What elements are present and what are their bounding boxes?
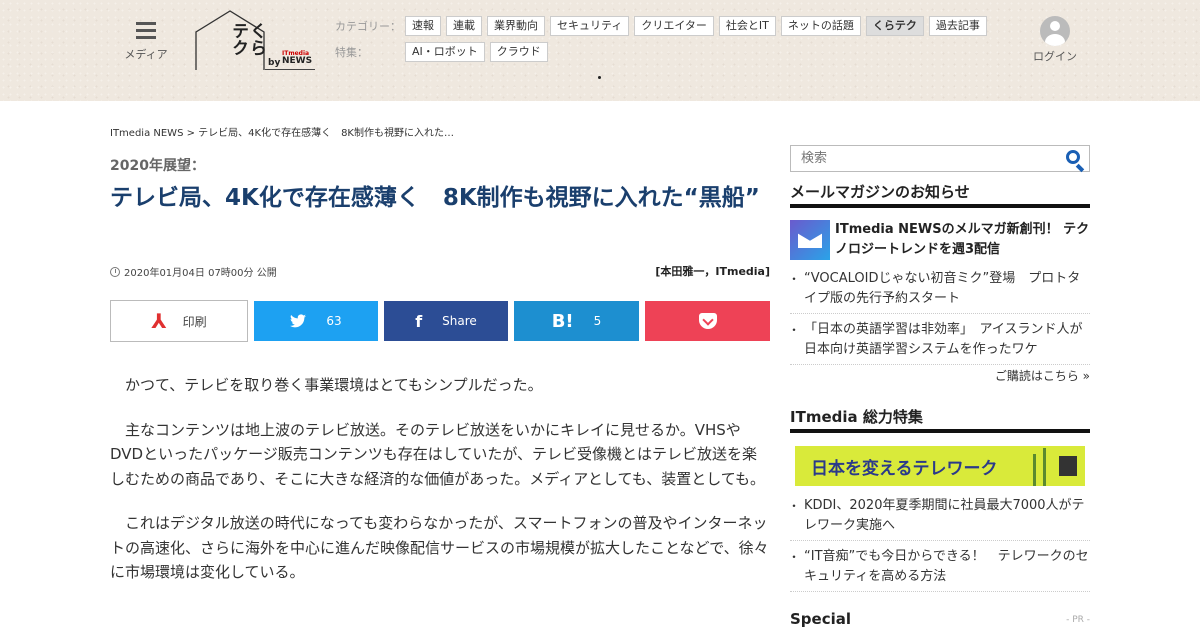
- logo-brand: NEWS: [282, 56, 313, 66]
- twitter-icon: [290, 314, 307, 328]
- header-dot: [598, 76, 601, 79]
- user-avatar-icon: [1040, 16, 1070, 46]
- article-paragraph: これはデジタル放送の時代になっても変わらなかったが、スマートフォンの普及やインタ…: [110, 514, 769, 581]
- search-icon[interactable]: [1066, 150, 1080, 164]
- media-menu-label: メディア: [124, 48, 168, 61]
- logo-by: by: [268, 58, 281, 68]
- clock-icon: [110, 266, 120, 277]
- feature-link[interactable]: AI・ロボット: [405, 42, 485, 62]
- mail-list-item[interactable]: 「日本の英語学習は非効率」 アイスランド人が日本向け英語学習システムを作ったワケ: [788, 320, 1090, 365]
- hatena-count: 5: [593, 314, 602, 328]
- mail-envelope-icon: [790, 220, 830, 260]
- breadcrumb[interactable]: ITmedia NEWS > テレビ局、4K化で存在感薄く 8K制作も視野に入れ…: [110, 124, 454, 139]
- subscribe-link[interactable]: ご購読はこちら »: [790, 367, 1090, 384]
- feature-nav: 特集： AI・ロボット クラウド: [335, 42, 553, 62]
- facebook-share-button[interactable]: f Share: [384, 301, 508, 341]
- plant-icon: [1033, 454, 1036, 486]
- category-link[interactable]: ネットの話題: [780, 16, 861, 36]
- media-menu-button[interactable]: メディア: [120, 22, 172, 62]
- article-paragraph: かつて、テレビを取り巻く事業環境はとてもシンプルだった。: [125, 376, 543, 394]
- feature-label: 特集：: [335, 46, 368, 59]
- publish-date-text: 2020年01月04日 07時00分 公開: [124, 268, 277, 279]
- pocket-button[interactable]: [645, 301, 770, 341]
- feature-list: KDDI、2020年夏季期間に社員最大7000人がテレワーク実施へ “IT音痴”…: [788, 496, 1090, 598]
- plant-icon: [1043, 448, 1046, 486]
- itmedia-feature-heading: ITmedia 総力特集: [790, 406, 1090, 433]
- feature-list-item[interactable]: “IT音痴”でも今日からできる！ テレワークのセキュリティを高める方法: [788, 547, 1090, 592]
- category-link[interactable]: 速報: [405, 16, 441, 36]
- category-link[interactable]: 社会とIT: [718, 16, 776, 36]
- pdf-icon: ⅄: [151, 309, 167, 333]
- mail-feature-link[interactable]: ITmedia NEWSのメルマガ新創刊！ テクノロジートレンドを週3配信: [790, 220, 1090, 260]
- print-button[interactable]: ⅄ 印刷: [110, 300, 248, 342]
- article-paragraph: 主なコンテンツは地上波のテレビ放送。そのテレビ放送をいかにキレイに見せるか。VH…: [110, 420, 766, 488]
- article-body: かつて、テレビを取り巻く事業環境はとてもシンプルだった。 主なコンテンツは地上波…: [110, 373, 770, 605]
- feature-link[interactable]: クラウド: [489, 42, 548, 62]
- mail-magazine-heading: メールマガジンのお知らせ: [790, 181, 1090, 208]
- feature-list-item[interactable]: KDDI、2020年夏季期間に社員最大7000人がテレワーク実施へ: [788, 496, 1090, 541]
- pocket-icon: [698, 313, 717, 329]
- telework-banner[interactable]: 日本を変えるテレワーク: [795, 446, 1085, 486]
- search-input[interactable]: [791, 146, 1041, 171]
- hatena-bookmark-icon: B!: [551, 310, 574, 332]
- mail-list: “VOCALOIDじゃない初音ミク”登場 プロトタイプ版の先行予約スタート 「日…: [788, 269, 1090, 371]
- category-link-active[interactable]: くらテク: [865, 16, 924, 36]
- twitter-count: 63: [326, 314, 342, 328]
- mail-feature-text: ITmedia NEWSのメルマガ新創刊！ テクノロジートレンドを週3配信: [835, 222, 1090, 257]
- pr-label: - PR -: [1066, 615, 1090, 625]
- login-label: ログイン: [1033, 50, 1077, 63]
- category-link[interactable]: 業界動向: [487, 16, 545, 36]
- category-label: カテゴリー：: [335, 20, 401, 33]
- logo-title: くらテク: [228, 22, 266, 56]
- article-kicker: 2020年展望：: [110, 158, 205, 174]
- hamburger-icon: [136, 22, 156, 39]
- twitter-share-button[interactable]: 63: [254, 301, 378, 341]
- category-link[interactable]: 連載: [446, 16, 482, 36]
- logo-underline: [265, 69, 315, 70]
- category-nav: カテゴリー： 速報 連載 業界動向 セキュリティ クリエイター 社会とIT ネッ…: [335, 16, 992, 36]
- share-bar: ⅄ 印刷 63 f Share B! 5: [110, 300, 770, 342]
- banner-text: 日本を変えるテレワーク: [811, 459, 998, 479]
- login-button[interactable]: ログイン: [1030, 16, 1080, 64]
- category-link[interactable]: セキュリティ: [550, 16, 630, 36]
- search-box: [790, 145, 1090, 172]
- special-section: Special - PR -: [790, 610, 1090, 628]
- kuratech-logo[interactable]: くらテク by ITmedia NEWS: [195, 10, 315, 72]
- site-header: メディア くらテク by ITmedia NEWS カテゴリー： 速報 連載 業…: [0, 0, 1200, 101]
- article-title: テレビ局、4K化で存在感薄く 8K制作も視野に入れた“黒船”: [110, 185, 760, 211]
- print-label: 印刷: [182, 314, 207, 329]
- person-at-laptop-icon: [1059, 456, 1077, 476]
- author-byline: [本田雅一，ITmedia]: [655, 265, 770, 278]
- special-heading: Special: [790, 610, 852, 628]
- hatena-bookmark-button[interactable]: B! 5: [514, 301, 639, 341]
- category-link[interactable]: 過去記事: [928, 16, 987, 36]
- publish-date: 2020年01月04日 07時00分 公開: [110, 264, 277, 279]
- facebook-icon: f: [415, 311, 423, 331]
- mail-list-item[interactable]: “VOCALOIDじゃない初音ミク”登場 プロトタイプ版の先行予約スタート: [788, 269, 1090, 314]
- category-link[interactable]: クリエイター: [634, 16, 714, 36]
- facebook-label: Share: [442, 314, 477, 328]
